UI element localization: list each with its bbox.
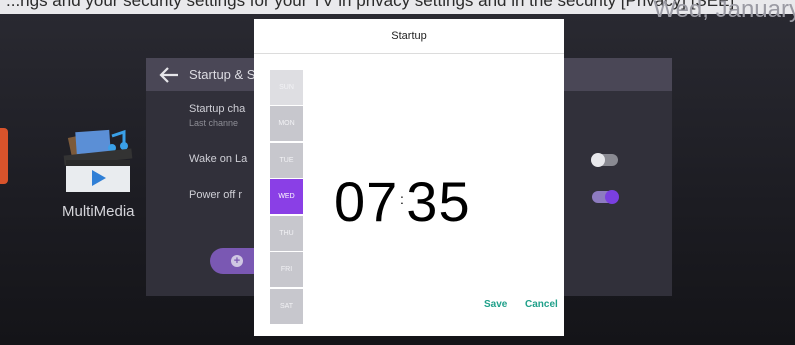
- multimedia-icon[interactable]: [62, 128, 134, 194]
- day-tue[interactable]: TUE: [270, 143, 303, 178]
- app-label-multimedia: MultiMedia: [62, 203, 135, 220]
- toggle-knob: [591, 153, 605, 167]
- day-sun[interactable]: SUN: [270, 70, 303, 105]
- row-wake-on-lan-title[interactable]: Wake on La: [189, 153, 247, 165]
- row-power-off-title[interactable]: Power off r: [189, 189, 242, 201]
- settings-title: Startup & Sh: [189, 67, 263, 82]
- app-tile-edge[interactable]: [0, 128, 8, 184]
- startup-dialog: Startup SUN MON TUE WED THU FRI SAT 07 35…: [254, 19, 564, 336]
- plus-icon: +: [231, 255, 243, 267]
- day-sat[interactable]: SAT: [270, 289, 303, 324]
- day-thu[interactable]: THU: [270, 216, 303, 251]
- wake-on-lan-toggle[interactable]: [591, 153, 618, 167]
- ticker-text: ...ngs and your security settings for yo…: [6, 0, 735, 10]
- back-arrow-icon[interactable]: [158, 65, 180, 85]
- day-mon[interactable]: MON: [270, 106, 303, 141]
- time-colon: :: [400, 191, 404, 207]
- dialog-title: Startup: [391, 30, 427, 42]
- toggle-knob: [605, 190, 619, 204]
- date-display: Wed, January: [653, 0, 795, 23]
- save-button[interactable]: Save: [484, 299, 507, 310]
- time-minutes[interactable]: 35: [406, 170, 470, 233]
- dialog-divider: [254, 53, 564, 54]
- power-off-toggle[interactable]: [592, 190, 619, 204]
- time-hours[interactable]: 07: [334, 170, 398, 233]
- cancel-button[interactable]: Cancel: [525, 299, 558, 310]
- row-startup-channel-title[interactable]: Startup cha: [189, 103, 245, 115]
- day-wed[interactable]: WED: [270, 179, 303, 214]
- day-fri[interactable]: FRI: [270, 252, 303, 287]
- row-startup-channel-subtitle: Last channe: [189, 118, 239, 128]
